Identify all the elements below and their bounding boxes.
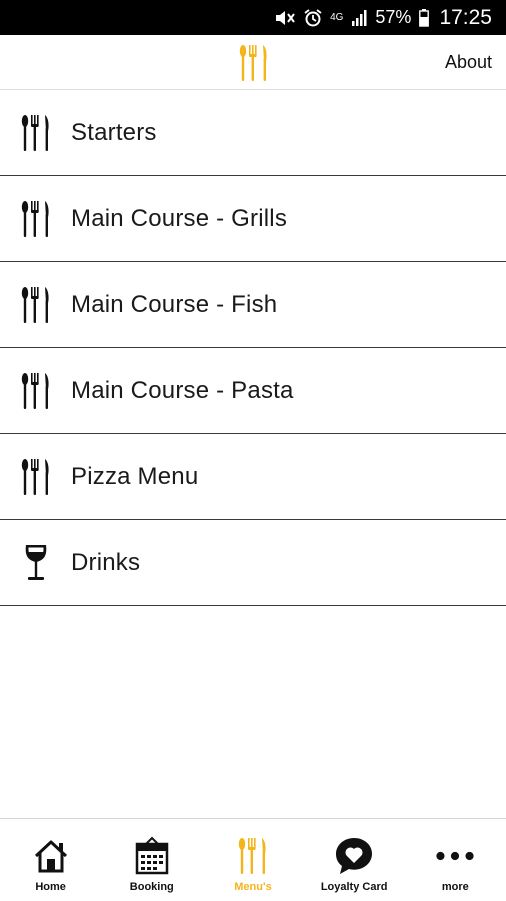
calendar-icon (132, 835, 172, 877)
menu-item-pasta[interactable]: Main Course - Pasta (0, 348, 506, 434)
menu-item-label: Pizza Menu (71, 462, 199, 490)
menu-item-fish[interactable]: Main Course - Fish (0, 262, 506, 348)
tab-label: Menu's (234, 881, 272, 893)
menu-item-pizza[interactable]: Pizza Menu (0, 434, 506, 520)
cutlery-icon (238, 44, 270, 82)
menu-item-starters[interactable]: Starters (0, 90, 506, 176)
menu-item-drinks[interactable]: Drinks (0, 520, 506, 606)
cutlery-icon (18, 457, 54, 497)
tab-booking[interactable]: Booking (106, 819, 198, 901)
cutlery-icon (18, 285, 54, 325)
tab-label: more (441, 881, 469, 893)
tab-label: Loyalty Card (320, 881, 388, 893)
wine-glass-icon (18, 543, 54, 583)
menu-item-label: Drinks (71, 548, 141, 576)
alarm-icon (304, 8, 322, 27)
cutlery-icon (18, 199, 54, 239)
clock: 17:25 (439, 5, 492, 29)
about-button[interactable]: About (445, 52, 492, 73)
tab-more[interactable]: more (409, 819, 501, 901)
tab-home[interactable]: Home (5, 819, 97, 901)
heart-bubble-icon (334, 835, 374, 877)
mute-icon (274, 10, 296, 26)
menu-item-label: Starters (71, 118, 157, 146)
tab-label: Home (35, 881, 66, 893)
menu-item-grills[interactable]: Main Course - Grills (0, 176, 506, 262)
network-label: 4G (330, 11, 344, 23)
cutlery-icon (18, 113, 54, 153)
menu-item-label: Main Course - Grills (71, 204, 288, 232)
app-header: About (0, 35, 506, 90)
menu-item-label: Main Course - Pasta (71, 376, 294, 404)
more-dots-icon (435, 835, 475, 877)
battery-percent: 57% (375, 7, 412, 27)
home-icon (31, 835, 71, 877)
network-4g-icon: 4G (330, 11, 344, 23)
bottom-tab-bar: Home Booking Menu's Loyalty Card more (0, 818, 506, 900)
menu-item-label: Main Course - Fish (71, 290, 278, 318)
battery-icon (419, 8, 430, 27)
tab-label: Booking (129, 881, 174, 893)
tab-loyalty-card[interactable]: Loyalty Card (308, 819, 400, 901)
signal-icon (351, 9, 367, 26)
tab-menus[interactable]: Menu's (207, 819, 299, 901)
menu-list: Starters Main Course - Grills Main Cours… (0, 90, 506, 606)
status-bar: 4G 57% 17:25 (0, 0, 506, 35)
cutlery-icon (233, 835, 273, 877)
cutlery-icon (18, 371, 54, 411)
